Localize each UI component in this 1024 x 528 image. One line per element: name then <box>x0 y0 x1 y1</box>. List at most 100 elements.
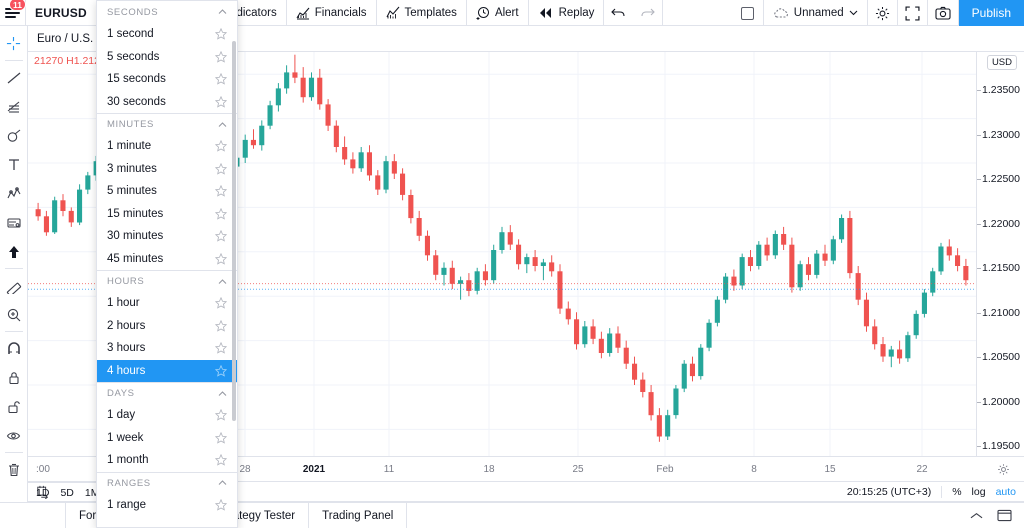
timeframe-option-30-minutes[interactable]: 30 minutes <box>97 225 237 248</box>
fullscreen-button[interactable] <box>898 0 928 26</box>
favorite-star-icon[interactable] <box>215 185 227 197</box>
log-scale-button[interactable]: log <box>972 486 986 498</box>
timeframe-option-1-hour[interactable]: 1 hour <box>97 292 237 315</box>
favorite-star-icon[interactable] <box>215 364 227 377</box>
chart-settings-button[interactable] <box>868 0 898 26</box>
favorite-star-icon[interactable] <box>215 162 227 175</box>
layout-name-button[interactable]: Unnamed <box>764 0 868 26</box>
timeframe-option-label: 2 hours <box>107 319 146 332</box>
price-tick-mark <box>977 134 981 136</box>
trash-icon <box>8 463 19 476</box>
templates-button[interactable]: Templates <box>377 0 467 26</box>
collapse-panel-button[interactable] <box>970 512 983 520</box>
time-axis-settings-icon <box>998 464 1009 475</box>
toolbar-divider <box>4 60 23 61</box>
timeframe-option-30-seconds[interactable]: 30 seconds <box>97 91 237 114</box>
magnet-tool-button[interactable] <box>0 334 28 363</box>
favorite-star-icon[interactable] <box>215 252 227 265</box>
favorite-star-icon[interactable] <box>215 140 227 152</box>
favorite-star-icon[interactable] <box>215 230 227 242</box>
favorite-star-icon[interactable] <box>215 342 227 354</box>
measure-tool-button[interactable] <box>0 271 28 300</box>
symbol-search-button[interactable]: EURUSD <box>26 0 97 26</box>
favorite-star-icon[interactable] <box>215 498 227 511</box>
dropdown-group-header[interactable]: SECONDS <box>97 1 237 23</box>
timeframe-option-label: 15 minutes <box>107 207 164 220</box>
timeframe-option-1-month[interactable]: 1 month <box>97 449 237 472</box>
financials-button[interactable]: Financials <box>287 0 377 26</box>
alert-button[interactable]: Alert <box>467 0 529 26</box>
auto-scale-button[interactable]: auto <box>996 486 1016 498</box>
timeframe-option-15-seconds[interactable]: 15 seconds <box>97 68 237 91</box>
favorite-star-icon[interactable] <box>215 28 227 40</box>
replay-button[interactable]: Replay <box>529 0 605 26</box>
timeframe-option-1-day[interactable]: 1 day <box>97 404 237 427</box>
shapes-tool-button[interactable] <box>0 121 28 150</box>
favorite-star-icon[interactable] <box>215 50 227 63</box>
timeframe-option-3-minutes[interactable]: 3 minutes <box>97 158 237 181</box>
lock-icon <box>8 371 19 384</box>
range-button-1d[interactable]: 1D <box>36 487 49 499</box>
timeframe-dropdown[interactable]: SECONDS 1 second 5 seconds 15 seconds 30 sec… <box>96 0 238 528</box>
time-tick-label: 15 <box>824 464 836 475</box>
timeframe-option-1-second[interactable]: 1 second <box>97 23 237 46</box>
timeframe-option-5-minutes[interactable]: 5 minutes <box>97 180 237 203</box>
main-menu-button[interactable]: 11 <box>0 0 26 26</box>
text-tool-button[interactable] <box>0 150 28 179</box>
chevron-up-icon <box>218 390 227 396</box>
time-tick-label: Feb <box>656 464 674 475</box>
zoom-tool-button[interactable] <box>0 300 28 329</box>
patterns-tool-button[interactable] <box>0 179 28 208</box>
timeframe-option-3-hours[interactable]: 3 hours <box>97 337 237 360</box>
publish-button[interactable]: Publish <box>958 0 1024 26</box>
percent-scale-button[interactable]: % <box>952 486 961 498</box>
favorite-star-icon[interactable] <box>215 431 227 444</box>
timeframe-option-1-week[interactable]: 1 week <box>97 427 237 450</box>
range-button-5d[interactable]: 5D <box>60 487 73 499</box>
ruler-icon <box>6 282 21 294</box>
timeframe-option-label: 1 minute <box>107 140 152 153</box>
favorite-star-icon[interactable] <box>215 409 227 421</box>
trend-line-tool-button[interactable] <box>0 63 28 92</box>
dropdown-group-header[interactable]: MINUTES <box>97 113 237 135</box>
timeframe-option-5-seconds[interactable]: 5 seconds <box>97 46 237 69</box>
maximize-panel-button[interactable] <box>997 509 1012 522</box>
timeframe-option-4-hours[interactable]: 4 hours <box>97 359 237 382</box>
arrow-marker-tool-button[interactable] <box>0 237 28 266</box>
timeframe-option-45-minutes[interactable]: 45 minutes <box>97 248 237 271</box>
price-axis[interactable]: USD 1.23500 1.23000 1.22500 1.22000 1.21500 1… <box>976 52 1024 456</box>
favorite-star-icon[interactable] <box>215 319 227 332</box>
remove-drawings-button[interactable] <box>0 455 28 484</box>
tab-trading-panel[interactable]: Trading Panel <box>309 503 408 528</box>
undo-button[interactable] <box>604 0 633 26</box>
hide-drawings-button[interactable] <box>0 421 28 450</box>
favorite-star-icon[interactable] <box>215 95 227 108</box>
redo-button[interactable] <box>633 0 664 26</box>
toolbar-divider <box>4 452 23 453</box>
crosshair-tool-button[interactable] <box>0 29 28 58</box>
timeframe-option-15-minutes[interactable]: 15 minutes <box>97 203 237 226</box>
dropdown-group-header[interactable]: DAYS <box>97 382 237 404</box>
timeframe-option-label: 5 seconds <box>107 50 160 63</box>
favorite-star-icon[interactable] <box>215 207 227 220</box>
dropdown-group-header[interactable]: RANGES <box>97 471 237 494</box>
favorite-star-icon[interactable] <box>215 297 227 309</box>
notification-badge[interactable]: 11 <box>9 0 26 11</box>
snapshot-button[interactable] <box>928 0 959 26</box>
unlock-drawings-button[interactable] <box>0 392 28 421</box>
time-axis-settings-button[interactable] <box>997 463 1010 476</box>
favorite-star-icon[interactable] <box>215 454 227 466</box>
price-tick-label: 1.23000 <box>982 128 1020 141</box>
dropdown-group-header[interactable]: HOURS <box>97 270 237 292</box>
fib-retracement-tool-button[interactable] <box>0 92 28 121</box>
timeframe-option-1-range[interactable]: 1 range <box>97 494 237 517</box>
select-layout-checkbox[interactable] <box>732 0 764 26</box>
timeframe-option-1-minute[interactable]: 1 minute <box>97 135 237 158</box>
timeframe-option-2-hours[interactable]: 2 hours <box>97 315 237 338</box>
lock-drawings-button[interactable] <box>0 363 28 392</box>
price-tick-label: 1.19500 <box>982 440 1020 452</box>
favorite-star-icon[interactable] <box>215 73 227 85</box>
replay-icon <box>539 8 551 18</box>
prediction-tool-button[interactable] <box>0 208 28 237</box>
dropdown-scrollbar[interactable] <box>232 41 236 421</box>
